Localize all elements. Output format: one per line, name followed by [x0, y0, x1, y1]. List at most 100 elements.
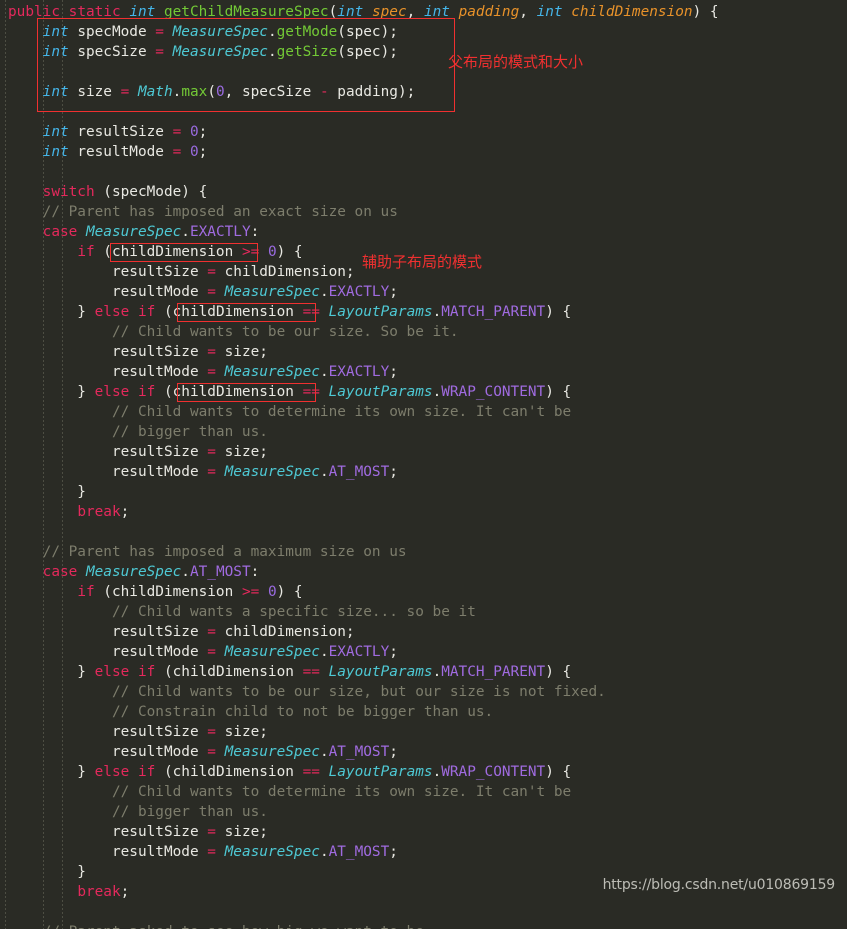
watermark-url: https://blog.csdn.net/u010869159	[602, 877, 836, 893]
code-token: resultSize	[8, 264, 208, 280]
code-token: getSize	[276, 44, 338, 60]
code-line: // Parent has imposed a maximum size on …	[0, 542, 847, 562]
code-block: public static int getChildMeasureSpec(in…	[0, 0, 847, 929]
code-token: ;	[120, 504, 130, 520]
code-token: }	[8, 664, 95, 680]
code-token: EXACTLY	[328, 644, 390, 660]
code-line: }	[0, 482, 847, 502]
code-token: ) {	[276, 244, 303, 260]
code-line: resultMode = MeasureSpec.AT_MOST;	[0, 742, 847, 762]
code-token: resultSize	[8, 344, 208, 360]
code-token: =	[207, 264, 216, 280]
code-token: if	[137, 304, 156, 320]
code-token: resultSize	[8, 724, 208, 740]
code-token: .	[319, 844, 329, 860]
code-token: WRAP_CONTENT	[441, 384, 546, 400]
code-line: // bigger than us.	[0, 802, 847, 822]
code-token: else	[94, 664, 130, 680]
code-token: MeasureSpec	[85, 564, 182, 580]
code-token: ==	[302, 304, 320, 320]
annotation-parent-mode-size: 父布局的模式和大小	[448, 53, 584, 71]
code-token: MeasureSpec	[172, 24, 268, 40]
annotation-child-mode-helper: 辅助子布局的模式	[362, 253, 483, 271]
code-token: =	[207, 824, 216, 840]
code-token: EXACTLY	[328, 284, 390, 300]
code-token: (childDimension	[94, 244, 242, 260]
code-token: resultMode	[8, 744, 208, 760]
code-token: padding);	[328, 84, 416, 100]
code-line: case MeasureSpec.AT_MOST:	[0, 562, 847, 582]
code-token: resultMode	[8, 844, 208, 860]
code-token: :	[250, 224, 260, 240]
code-screenshot: public static int getChildMeasureSpec(in…	[0, 0, 847, 929]
code-line: resultMode = MeasureSpec.EXACTLY;	[0, 282, 847, 302]
code-token: int	[536, 4, 563, 20]
code-line: resultSize = size;	[0, 722, 847, 742]
code-token: .	[181, 564, 190, 580]
code-token: =	[207, 744, 216, 760]
code-token: int	[423, 4, 450, 20]
code-token: MeasureSpec	[224, 284, 320, 300]
code-token: LayoutParams	[328, 664, 433, 680]
code-token: ;	[389, 744, 398, 760]
code-token: .	[319, 644, 329, 660]
code-token: // Constrain child to not be bigger than…	[111, 704, 494, 720]
code-token: (childDimension	[94, 584, 242, 600]
code-token: (childDimension	[155, 764, 303, 780]
code-token: ) {	[545, 664, 572, 680]
code-token: getChildMeasureSpec	[163, 4, 329, 20]
code-token: ;	[389, 644, 398, 660]
code-token: max	[181, 84, 208, 100]
code-token: Math	[137, 84, 173, 100]
code-token: // Child wants to be our size, but our s…	[111, 684, 606, 700]
code-token: EXACTLY	[328, 364, 390, 380]
code-token: }	[8, 764, 95, 780]
code-token: (childDimension	[155, 664, 303, 680]
code-token: else	[94, 304, 130, 320]
code-token: resultMode	[8, 464, 208, 480]
code-token: // Parent has imposed an exact size on u…	[42, 204, 398, 220]
code-token: resultSize	[8, 444, 208, 460]
code-token: }	[8, 304, 95, 320]
code-token: (specMode) {	[94, 184, 208, 200]
code-token: ;	[389, 364, 398, 380]
code-token: =	[155, 24, 164, 40]
code-token: ;	[389, 284, 398, 300]
code-token: .	[432, 304, 442, 320]
code-token: MeasureSpec	[224, 364, 320, 380]
code-line: } else if (childDimension == LayoutParam…	[0, 762, 847, 782]
code-token: if	[137, 664, 156, 680]
code-token: static	[68, 4, 121, 20]
code-token: =	[207, 844, 216, 860]
code-token: .	[319, 364, 329, 380]
code-token: int	[42, 124, 69, 140]
code-token: =	[120, 84, 130, 100]
code-token: (spec);	[337, 44, 398, 60]
code-token: =	[207, 364, 216, 380]
code-token: .	[432, 384, 442, 400]
code-token: (spec);	[337, 24, 398, 40]
